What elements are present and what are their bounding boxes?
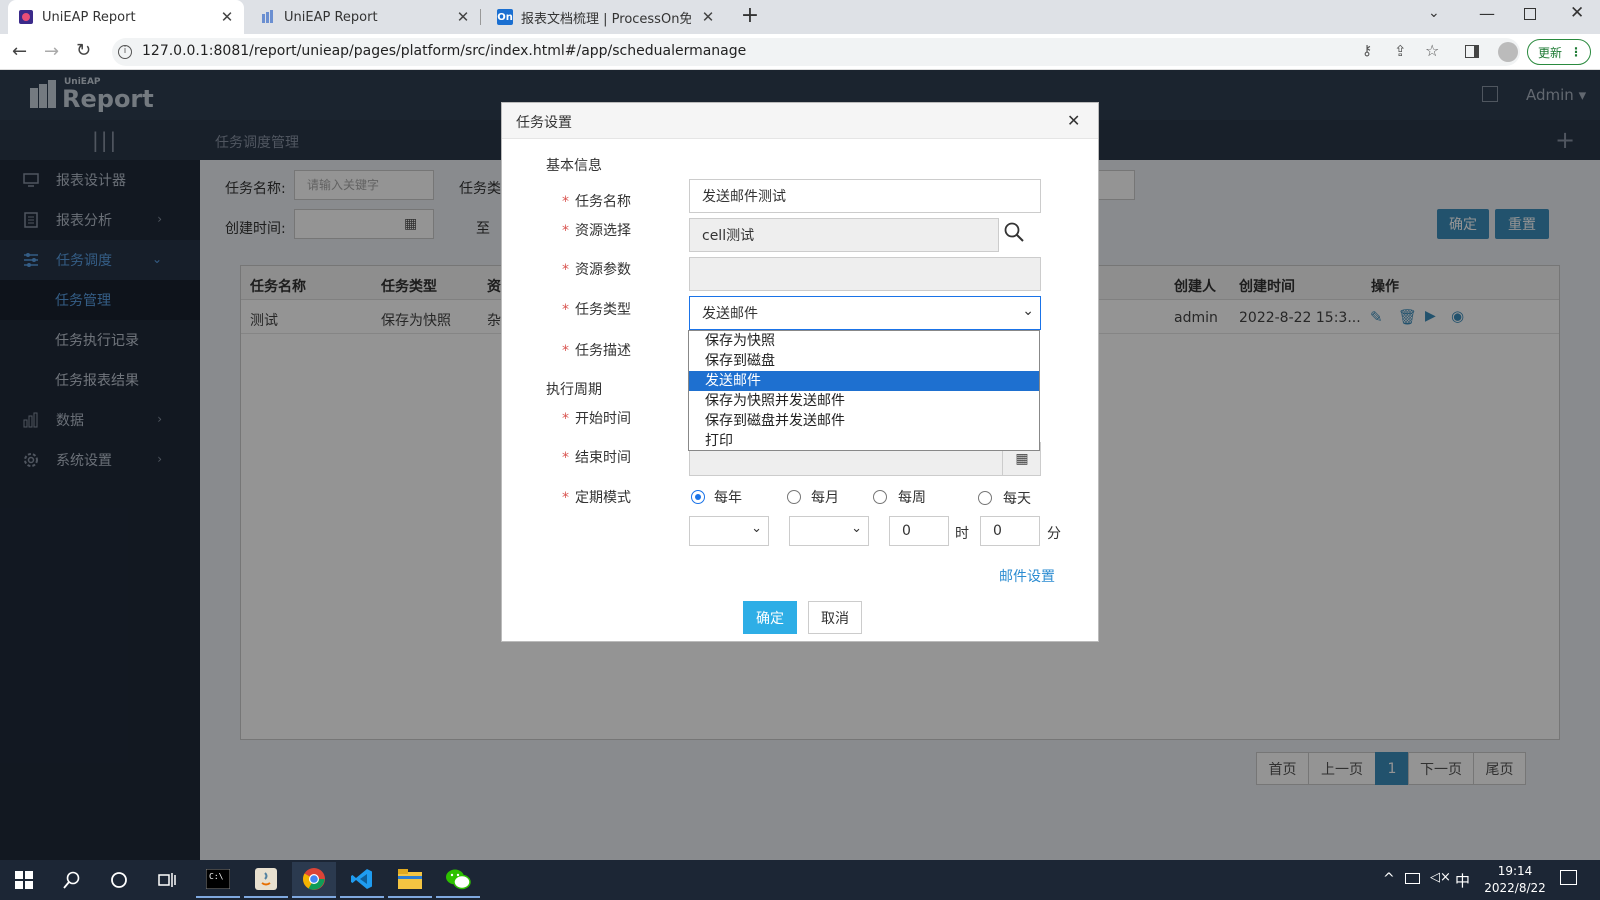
dialog-title: 任务设置 (516, 115, 572, 131)
task-type-select[interactable]: 发送邮件 ⌄ (689, 296, 1041, 330)
radio-weekly-label: 每周 (898, 490, 926, 506)
task-name-label: * 任务名称 (562, 194, 631, 210)
tab-title: UniEAP Report (284, 9, 378, 25)
url-text[interactable]: 127.0.0.1:8081/report/unieap/pages/platf… (142, 43, 746, 59)
search-icon[interactable] (1003, 221, 1025, 243)
chrome-app-icon[interactable] (292, 862, 336, 898)
dropdown-option[interactable]: 打印 (689, 431, 1039, 451)
processon-favicon-icon: On (497, 9, 513, 25)
resource-input[interactable]: cell测试 (689, 218, 999, 252)
task-type-label: * 任务类型 (562, 302, 631, 318)
wechat-app-icon[interactable] (436, 862, 480, 898)
close-tab-icon[interactable]: ✕ (699, 8, 717, 26)
section-basic-info: 基本信息 (546, 158, 602, 174)
file-explorer-icon[interactable] (388, 862, 432, 898)
site-info-icon[interactable]: i (118, 45, 132, 59)
chevron-up-icon[interactable]: ^ (1383, 871, 1395, 887)
chevron-down-icon: ⌄ (751, 521, 762, 536)
section-period: 执行周期 (546, 382, 602, 398)
ime-indicator[interactable]: 中 (1455, 870, 1470, 891)
task-view-icon[interactable] (145, 862, 189, 898)
radio-daily[interactable] (978, 491, 992, 505)
resource-label: * 资源选择 (562, 223, 631, 239)
unieap-favicon-icon (19, 10, 33, 24)
chevron-down-icon: ⌄ (851, 521, 862, 536)
mail-settings-link[interactable]: 邮件设置 (999, 566, 1055, 586)
vscode-app-icon[interactable] (340, 862, 384, 898)
os-taskbar (0, 860, 1600, 900)
params-input[interactable] (689, 257, 1041, 291)
browser-tab-3[interactable]: On 报表文档梳理 | ProcessOn免费在 ✕ (487, 0, 725, 34)
cortana-icon[interactable] (97, 862, 141, 898)
day-select[interactable]: ⌄ (789, 516, 869, 546)
params-label: * 资源参数 (562, 262, 631, 278)
forward-icon[interactable]: → (44, 41, 59, 62)
close-tab-icon[interactable]: ✕ (218, 8, 236, 26)
notification-icon[interactable] (1560, 870, 1577, 885)
network-icon[interactable] (1405, 873, 1420, 884)
tab-title: 报表文档梳理 | ProcessOn免费在 (521, 11, 691, 27)
key-icon[interactable]: ⚷ (1362, 43, 1372, 59)
end-time-label: * 结束时间 (562, 450, 631, 466)
radio-yearly-label: 每年 (714, 490, 742, 506)
search-icon[interactable] (50, 862, 94, 898)
bookmark-star-icon[interactable]: ☆ (1425, 41, 1439, 60)
mode-label: * 定期模式 (562, 490, 631, 506)
java-app-icon[interactable] (244, 862, 288, 898)
radio-weekly[interactable] (873, 490, 887, 504)
browser-tab-1[interactable]: UniEAP Report ✕ (8, 0, 244, 34)
terminal-app-icon[interactable]: C:\ (196, 862, 240, 898)
dropdown-option[interactable]: 保存为快照并发送邮件 (689, 391, 1039, 411)
update-button[interactable]: 更新 ⋮ (1527, 39, 1591, 65)
browser-tab-2[interactable]: UniEAP Report ✕ (250, 0, 481, 34)
profile-avatar[interactable] (1498, 42, 1518, 62)
start-time-label: * 开始时间 (562, 411, 631, 427)
tab-title: UniEAP Report (42, 9, 136, 25)
report-favicon-icon (262, 10, 273, 23)
dropdown-option-selected[interactable]: 发送邮件 (689, 371, 1039, 391)
task-name-input[interactable]: 发送邮件测试 (689, 179, 1041, 213)
clock[interactable]: 19:14 2022/8/22 (1481, 863, 1549, 897)
tab-search-icon[interactable]: ⌄ (1428, 5, 1440, 21)
menu-dots-icon: ⋮ (1570, 45, 1583, 59)
hour-input[interactable]: 0 (889, 516, 949, 546)
task-type-dropdown: 保存为快照 保存到磁盘 发送邮件 保存为快照并发送邮件 保存到磁盘并发送邮件 打… (688, 330, 1040, 451)
restore-button[interactable] (1524, 8, 1536, 20)
window-close-button[interactable]: ✕ (1570, 3, 1584, 23)
dialog-ok-button[interactable]: 确定 (743, 601, 797, 634)
dialog-header (502, 103, 1098, 139)
radio-yearly[interactable] (691, 490, 705, 504)
desc-label: * 任务描述 (562, 343, 631, 359)
back-icon[interactable]: ← (12, 41, 27, 62)
windows-start-icon[interactable] (2, 862, 46, 898)
minute-input[interactable]: 0 (980, 516, 1040, 546)
radio-monthly-label: 每月 (811, 490, 839, 506)
radio-monthly[interactable] (787, 490, 801, 504)
dropdown-option[interactable]: 保存为快照 (689, 331, 1039, 351)
dropdown-option[interactable]: 保存到磁盘并发送邮件 (689, 411, 1039, 431)
minute-unit: 分 (1047, 526, 1061, 542)
new-tab-button[interactable]: + (738, 5, 762, 29)
dialog-close-icon[interactable]: ✕ (1067, 111, 1080, 130)
clock-time: 19:14 (1497, 864, 1533, 878)
close-tab-icon[interactable]: ✕ (454, 8, 472, 26)
dialog-cancel-button[interactable]: 取消 (808, 601, 862, 634)
month-select[interactable]: ⌄ (689, 516, 769, 546)
side-panel-icon[interactable] (1465, 45, 1479, 58)
radio-daily-label: 每天 (1003, 491, 1031, 507)
chevron-down-icon: ⌄ (1022, 303, 1034, 319)
share-icon[interactable]: ⇪ (1394, 42, 1407, 60)
minimize-button[interactable]: — (1479, 4, 1495, 23)
clock-date: 2022/8/22 (1484, 881, 1546, 895)
hour-unit: 时 (955, 526, 969, 542)
volume-muted-icon[interactable]: ◁× (1430, 870, 1451, 885)
reload-icon[interactable]: ↻ (76, 40, 91, 61)
dropdown-option[interactable]: 保存到磁盘 (689, 351, 1039, 371)
svg-text:C:\: C:\ (209, 872, 224, 881)
